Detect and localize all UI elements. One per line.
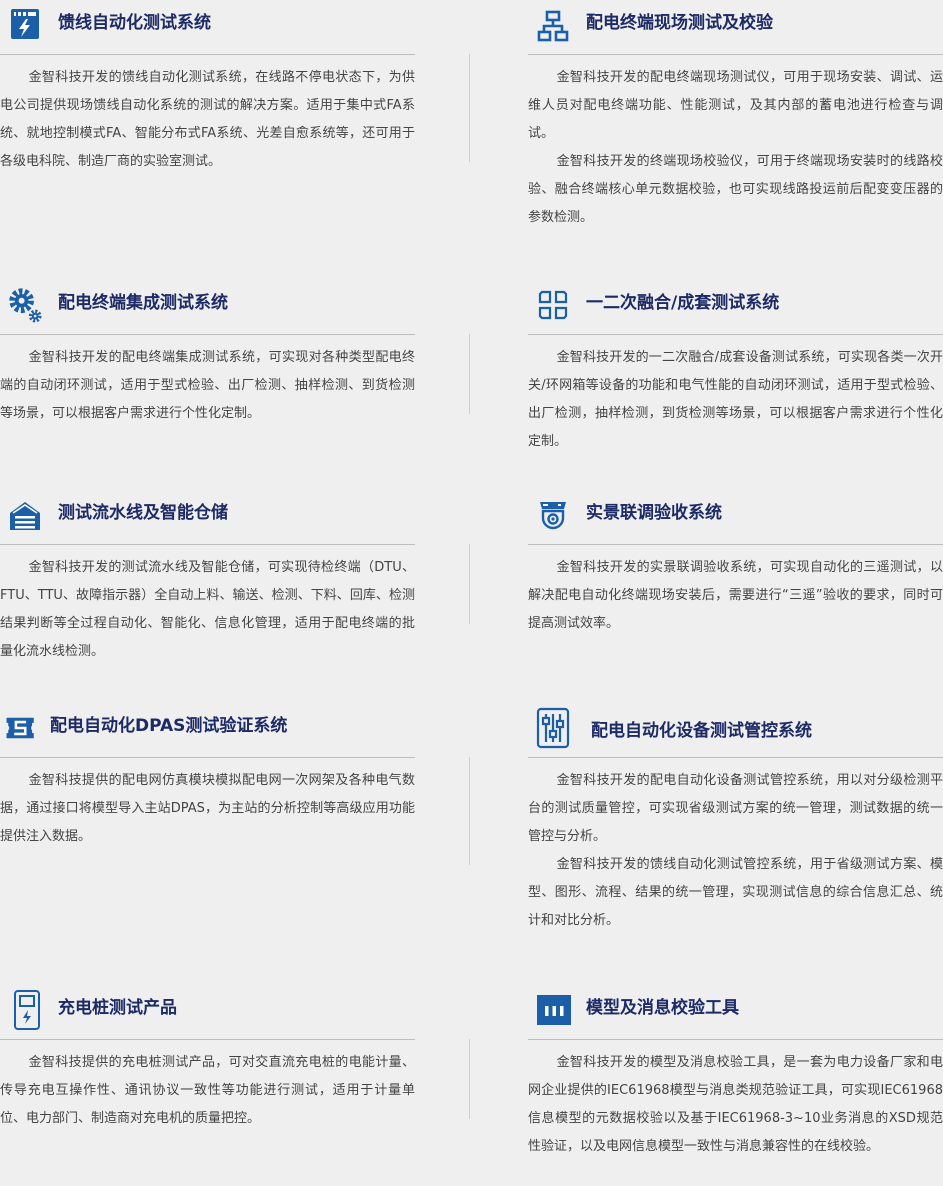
card-title: 配电终端集成测试系统 <box>58 293 228 313</box>
card-paragraph: 金智科技开发的一二次融合/成套设备测试系统，可实现各类一次开关/环网箱等设备的功… <box>528 350 943 449</box>
network-icon <box>536 6 570 44</box>
card-paragraph: 金智科技开发的配电自动化设备测试管控系统，用以对分级检测平台的测试质量管控，可实… <box>528 773 943 844</box>
card-body: 金智科技开发的配电终端集成测试系统，可实现对各种类型配电终端的自动闭环测试，适用… <box>0 344 415 428</box>
card-fusion-test: 一二次融合/成套测试系统 金智科技开发的一二次融合/成套设备测试系统，可实现各类… <box>528 280 943 460</box>
card-paragraph: 金智科技开发的实景联调验收系统，可实现自动化的三遥测试，以解决配电自动化终端现场… <box>528 560 943 631</box>
card-live-joint-debug: 实景联调验收系统 金智科技开发的实景联调验收系统，可实现自动化的三遥测试，以解决… <box>528 490 943 650</box>
card-body: 金智科技开发的一二次融合/成套设备测试系统，可实现各类一次开关/环网箱等设备的功… <box>528 344 943 456</box>
bars-icon <box>536 991 572 1029</box>
card-body: 金智科技开发的配电终端现场测试仪，可用于现场安装、调试、运维人员对配电终端功能、… <box>528 64 943 232</box>
charging-pile-icon <box>10 988 44 1032</box>
server-icon <box>4 709 38 747</box>
card-body: 金智科技开发的配电自动化设备测试管控系统，用以对分级检测平台的测试质量管控，可实… <box>528 767 943 935</box>
card-paragraph: 金智科技开发的终端现场校验仪，可用于终端现场安装时的线路校验、融合终端核心单元数… <box>528 154 943 225</box>
card-paragraph: 金智科技开发的配电终端现场测试仪，可用于现场安装、调试、运维人员对配电终端功能、… <box>528 70 943 141</box>
card-terminal-field-test: 配电终端现场测试及校验 金智科技开发的配电终端现场测试仪，可用于现场安装、调试、… <box>528 0 943 240</box>
card-dpas-test: 配电自动化DPAS测试验证系统 金智科技提供的配电网仿真模块模拟配电网一次网架及… <box>0 703 415 863</box>
card-title: 馈线自动化测试系统 <box>58 13 211 33</box>
grid-blocks-icon <box>536 286 570 324</box>
card-title: 配电终端现场测试及校验 <box>586 13 773 33</box>
camera-icon <box>536 496 570 534</box>
column-divider <box>469 334 470 414</box>
column-divider <box>469 1039 470 1119</box>
card-title: 配电自动化DPAS测试验证系统 <box>50 716 288 736</box>
card-paragraph: 金智科技提供的充电桩测试产品，可对交直流充电桩的电能计量、传导充电互操作性、通讯… <box>0 1055 415 1126</box>
card-header: 配电自动化DPAS测试验证系统 <box>0 703 415 758</box>
column-divider <box>469 54 470 162</box>
column-divider <box>469 544 470 624</box>
card-feeder-automation: 馈线自动化测试系统 金智科技开发的馈线自动化测试系统，在线路不停电状态下，为供电… <box>0 0 415 230</box>
card-paragraph: 金智科技开发的配电终端集成测试系统，可实现对各种类型配电终端的自动闭环测试，适用… <box>0 350 415 421</box>
card-header: 配电终端现场测试及校验 <box>528 0 943 55</box>
card-paragraph: 金智科技开发的馈线自动化测试管控系统，用于省级测试方案、模型、图形、流程、结果的… <box>528 857 943 928</box>
card-model-message-check: 模型及消息校验工具 金智科技开发的模型及消息校验工具，是一套为电力设备厂家和电网… <box>528 985 943 1186</box>
card-body: 金智科技开发的馈线自动化测试系统，在线路不停电状态下，为供电公司提供现场馈线自动… <box>0 64 415 176</box>
card-body: 金智科技提供的充电桩测试产品，可对交直流充电桩的电能计量、传导充电互操作性、通讯… <box>0 1049 415 1133</box>
card-body: 金智科技开发的测试流水线及智能仓储，可实现待检终端（DTU、FTU、TTU、故障… <box>0 554 415 666</box>
card-title: 模型及消息校验工具 <box>586 998 739 1018</box>
card-title: 充电桩测试产品 <box>58 998 177 1018</box>
card-body: 金智科技提供的配电网仿真模块模拟配电网一次网架及各种电气数据，通过接口将模型导入… <box>0 767 415 851</box>
card-body: 金智科技开发的实景联调验收系统，可实现自动化的三遥测试，以解决配电自动化终端现场… <box>528 554 943 638</box>
card-body: 金智科技开发的模型及消息校验工具，是一套为电力设备厂家和电网企业提供的IEC61… <box>528 1049 943 1161</box>
card-title: 测试流水线及智能仓储 <box>58 503 228 523</box>
card-paragraph: 金智科技开发的馈线自动化测试系统，在线路不停电状态下，为供电公司提供现场馈线自动… <box>0 70 415 169</box>
warehouse-icon <box>8 496 42 534</box>
card-header: 一二次融合/成套测试系统 <box>528 280 943 335</box>
card-header: 模型及消息校验工具 <box>528 985 943 1040</box>
card-header: 充电桩测试产品 <box>0 985 415 1040</box>
card-title: 一二次融合/成套测试系统 <box>586 293 780 313</box>
card-charging-pile-test: 充电桩测试产品 金智科技提供的充电桩测试产品，可对交直流充电桩的电能计量、传导充… <box>0 985 415 1145</box>
card-paragraph: 金智科技开发的模型及消息校验工具，是一套为电力设备厂家和电网企业提供的IEC61… <box>528 1055 943 1154</box>
card-paragraph: 金智科技开发的测试流水线及智能仓储，可实现待检终端（DTU、FTU、TTU、故障… <box>0 560 415 659</box>
card-equipment-test-control: 配电自动化设备测试管控系统 金智科技开发的配电自动化设备测试管控系统，用以对分级… <box>528 703 943 943</box>
gears-icon <box>8 286 42 324</box>
card-terminal-integration-test: 配电终端集成测试系统 金智科技开发的配电终端集成测试系统，可实现对各种类型配电终… <box>0 280 415 440</box>
card-test-pipeline: 测试流水线及智能仓储 金智科技开发的测试流水线及智能仓储，可实现待检终端（DTU… <box>0 490 415 670</box>
card-header: 馈线自动化测试系统 <box>0 0 415 55</box>
card-title: 实景联调验收系统 <box>586 503 722 523</box>
card-title: 配电自动化设备测试管控系统 <box>591 721 812 741</box>
column-divider <box>469 757 470 865</box>
card-header: 测试流水线及智能仓储 <box>0 490 415 545</box>
card-paragraph: 金智科技提供的配电网仿真模块模拟配电网一次网架及各种电气数据，通过接口将模型导入… <box>0 773 415 844</box>
card-header: 配电自动化设备测试管控系统 <box>528 703 943 758</box>
card-header: 配电终端集成测试系统 <box>0 280 415 335</box>
card-header: 实景联调验收系统 <box>528 490 943 545</box>
power-panel-icon <box>8 6 42 44</box>
sliders-icon <box>536 707 570 749</box>
